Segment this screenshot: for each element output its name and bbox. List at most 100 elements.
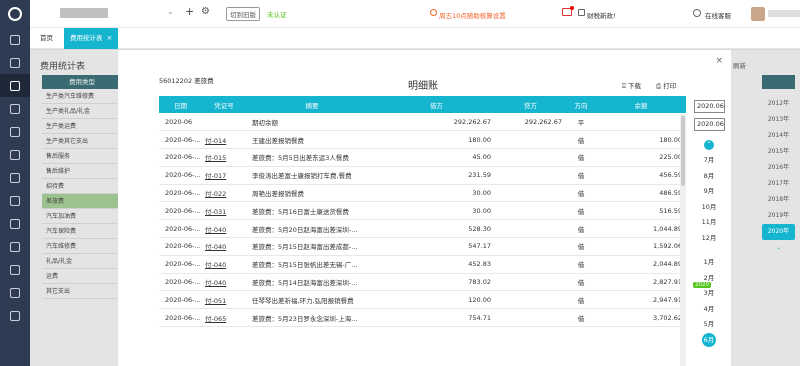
add-icon[interactable]: +: [185, 5, 194, 18]
table-cell: 2020-06-...: [159, 308, 202, 328]
sidebar-book-icon[interactable]: [0, 120, 30, 143]
year-item[interactable]: 2017年: [762, 176, 795, 192]
sidebar-asset-icon[interactable]: [0, 235, 30, 258]
chevron-down-icon[interactable]: ⌄: [167, 7, 174, 16]
table-cell[interactable]: 付-015: [202, 148, 246, 167]
gear-icon[interactable]: ⚙: [201, 6, 210, 17]
start-period-input[interactable]: 2020.06: [694, 100, 725, 113]
table-cell[interactable]: 付-040: [202, 255, 246, 274]
chevron-down-icon[interactable]: ⌄: [762, 240, 795, 256]
table-row[interactable]: 2020-06-... 付-051 任琴琴出差祈福,环力,弘阳报销餐费 120.00 借…: [159, 290, 686, 310]
year-item[interactable]: 2019年: [762, 208, 795, 224]
month-item[interactable]: 12月: [692, 231, 726, 247]
sidebar-more-icon[interactable]: [0, 304, 30, 327]
company-selector[interactable]: [60, 8, 108, 18]
list-item[interactable]: 汽车加油费: [42, 209, 122, 224]
table-row[interactable]: 2020-06-... 付-040 差旅费：5月15日赵海富出差成都-... 547.…: [159, 237, 686, 256]
table-row[interactable]: 2020-06-... 付-040 差旅费：5月15日张帆出差无锡-广... 452.…: [159, 255, 686, 274]
list-item[interactable]: 运费: [42, 269, 122, 284]
table-row[interactable]: 2020-06 期初余额 292,262.67 292,262.67 平: [159, 113, 686, 132]
month-item[interactable]: 11月: [692, 215, 726, 231]
table-cell: 借: [566, 273, 596, 292]
avatar[interactable]: [751, 7, 765, 21]
list-item[interactable]: 差旅费: [42, 194, 122, 209]
year-item[interactable]: 2015年: [762, 144, 795, 160]
table-cell[interactable]: 付-040: [202, 237, 246, 256]
month-item[interactable]: 9月: [692, 184, 726, 200]
chevron-up-icon[interactable]: ⌃: [704, 140, 714, 150]
app-logo: [0, 0, 30, 28]
list-item[interactable]: 礼品/礼金: [42, 254, 122, 269]
month-item[interactable]: 1月: [692, 255, 726, 271]
table-row[interactable]: 2020-06-... 付-040 差旅费：5月20日赵海富出差深圳-... 528.…: [159, 219, 686, 239]
table-row[interactable]: 2020-06-... 付-040 差旅费：5月14日赵海富出差深圳-... 783.…: [159, 273, 686, 292]
sidebar-tax-icon[interactable]: [0, 189, 30, 212]
sidebar-home-icon[interactable]: [0, 28, 30, 51]
print-button[interactable]: ⎙ 打印: [656, 80, 676, 91]
promo-link[interactable]: 周五10点随助核算设置: [439, 10, 506, 20]
sidebar-voucher-icon[interactable]: [0, 51, 30, 74]
year-item[interactable]: 2014年: [762, 128, 795, 144]
sidebar-image-icon[interactable]: [0, 143, 30, 166]
table-row[interactable]: 2020-06-... 付-065 差旅费：5月23日罗永念深圳-上海... 754.…: [159, 308, 686, 328]
refresh-button[interactable]: 刷新: [733, 60, 746, 70]
month-item-selected[interactable]: 6月: [702, 332, 716, 347]
list-item[interactable]: 汽车保险费: [42, 224, 122, 239]
list-item[interactable]: 生产类礼品/礼金: [42, 104, 122, 119]
switch-version-button[interactable]: 切到旧版: [226, 7, 260, 21]
close-icon[interactable]: ×: [715, 56, 723, 66]
month-item[interactable]: 5月: [692, 317, 726, 333]
month-item[interactable]: 7月: [692, 153, 726, 169]
table-cell[interactable]: 付-051: [202, 290, 246, 310]
tax-news-link[interactable]: 财税新政!: [587, 10, 616, 20]
table-row[interactable]: 2020-06-... 付-022 周艳出差报销餐费 30.00 借 486.59: [159, 184, 686, 203]
table-cell[interactable]: 付-040: [202, 219, 246, 239]
year-item[interactable]: 2016年: [762, 160, 795, 176]
table-cell[interactable]: 付-017: [202, 166, 246, 185]
table-cell: 516.59: [596, 201, 686, 221]
end-period-input[interactable]: 2020.06: [694, 118, 725, 131]
tab-expense-report[interactable]: 费用统计表 ×: [64, 28, 119, 49]
page-title: 费用统计表: [40, 62, 86, 72]
close-icon[interactable]: ×: [107, 34, 113, 42]
list-item[interactable]: 生产类汽车维修费: [42, 89, 122, 104]
list-item[interactable]: 汽车维修费: [42, 239, 122, 254]
table-row[interactable]: 2020-06-... 付-017 李俊涛出差富士康报销打车费,餐费 231.59 借 4…: [159, 166, 686, 185]
sidebar-report-icon[interactable]: [0, 74, 30, 97]
tab-home[interactable]: 首页: [34, 28, 59, 49]
month-item[interactable]: 4月: [692, 302, 726, 318]
month-item[interactable]: 10月: [692, 200, 726, 216]
month-item[interactable]: 8月: [692, 169, 726, 185]
sidebar-inventory-icon[interactable]: [0, 212, 30, 235]
list-item[interactable]: 生产类其它支出: [42, 134, 122, 149]
table-cell[interactable]: 付-031: [202, 201, 246, 221]
list-item[interactable]: 生产类运费: [42, 119, 122, 134]
table-cell: 2,044.89: [596, 255, 686, 274]
sidebar-help-icon[interactable]: [0, 281, 30, 304]
table-scrollbar[interactable]: [680, 114, 686, 366]
table-cell[interactable]: 付-014: [202, 130, 246, 150]
year-item[interactable]: 2020年: [762, 224, 795, 240]
year-item[interactable]: 2013年: [762, 112, 795, 128]
list-item[interactable]: 售后服务: [42, 149, 122, 164]
table-cell[interactable]: 付-022: [202, 184, 246, 203]
list-item[interactable]: 其它支出: [42, 284, 122, 299]
sidebar-settings-icon[interactable]: [0, 258, 30, 281]
table-row[interactable]: 2020-06-... 付-015 差旅费：5月5日出差东运3人餐费 45.00 借 22…: [159, 148, 686, 167]
table-cell[interactable]: 付-065: [202, 308, 246, 328]
user-name[interactable]: [768, 10, 800, 17]
sidebar-cash-icon[interactable]: [0, 166, 30, 189]
download-button[interactable]: ⍗ 下载: [622, 80, 641, 91]
table-row[interactable]: 2020-06-... 付-031 差旅费：5月16日富士康送货餐费 30.00 借 51…: [159, 201, 686, 221]
sidebar-ledger-icon[interactable]: [0, 97, 30, 120]
year-item[interactable]: 2012年: [762, 96, 795, 112]
online-support-link[interactable]: 在线客服: [705, 10, 731, 20]
table-cell[interactable]: 付-040: [202, 273, 246, 292]
table-cell: 差旅费：5月5日出差东运3人餐费: [246, 148, 378, 167]
table-row[interactable]: 2020-06-... 付-014 王建出差报销餐费 180.00 借 180.00: [159, 130, 686, 150]
list-item[interactable]: 招待费: [42, 179, 122, 194]
auth-status[interactable]: 未认证: [267, 9, 287, 19]
year-item[interactable]: 2018年: [762, 192, 795, 208]
month-item[interactable]: 3月: [692, 286, 726, 302]
list-item[interactable]: 售后维护: [42, 164, 122, 179]
